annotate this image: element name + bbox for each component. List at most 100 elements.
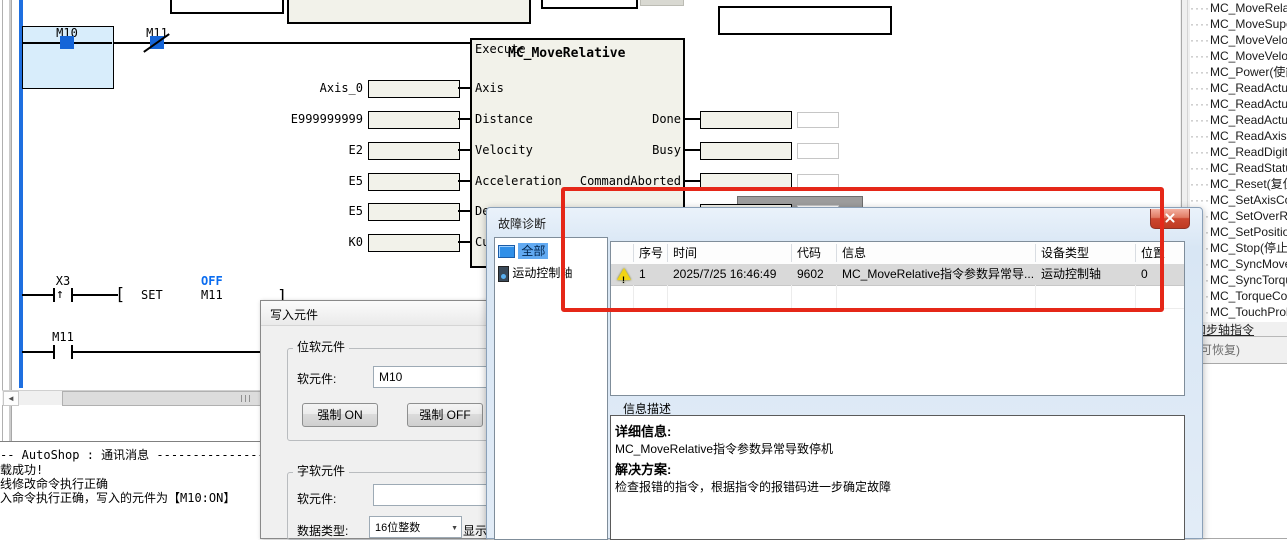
- tree-item[interactable]: ····MC_SyncTorque: [1190, 272, 1287, 288]
- tree-item[interactable]: ····MC_ReadDigital: [1190, 144, 1287, 160]
- pin-stub: [458, 180, 470, 182]
- nav-item-all[interactable]: 全部: [498, 242, 548, 260]
- pin-stub: [685, 180, 700, 182]
- fb-out-pin: Done: [560, 112, 681, 126]
- fb-in-box[interactable]: [368, 173, 460, 191]
- tree-item[interactable]: ····MC_MoveRelati: [1190, 0, 1287, 16]
- annotation-rectangle: [561, 187, 1164, 312]
- fb-out-monitor: [797, 143, 839, 159]
- contact-m11-label: M11: [44, 330, 82, 344]
- tree-item[interactable]: ····MC_Power(使能: [1190, 64, 1287, 80]
- fb-in-operand: K0: [250, 235, 363, 249]
- fb-out-monitor: [797, 112, 839, 128]
- pin-stub: [685, 118, 700, 120]
- tree-item[interactable]: ····MC_MoveSuper: [1190, 16, 1287, 32]
- tree-item[interactable]: ····MC_Stop(停止: [1190, 240, 1287, 256]
- tree-item[interactable]: ····MC_SetOverRid: [1190, 208, 1287, 224]
- tree-item[interactable]: ····MC_Reset(复位: [1190, 176, 1287, 192]
- fb-in-box[interactable]: [368, 142, 460, 160]
- fb-out-box[interactable]: [700, 142, 792, 160]
- fb-in-pin: Velocity: [475, 143, 533, 157]
- scroll-left-arrow[interactable]: ◄: [3, 391, 19, 406]
- rung3-wire: [73, 351, 263, 353]
- rung2-wire: [22, 294, 53, 296]
- tree-item[interactable]: ····MC_ReadStatus: [1190, 160, 1287, 176]
- bit-device-input[interactable]: M10: [373, 366, 496, 388]
- tree-item[interactable]: ····MC_ReadAxisEr: [1190, 128, 1287, 144]
- tree-item[interactable]: ····MC_TorqueCon: [1190, 288, 1287, 304]
- fb-in-pin: Axis: [475, 81, 504, 95]
- nav-item-label: 全部: [518, 243, 548, 259]
- fb-in-box[interactable]: [368, 234, 460, 252]
- fb-out-pin: Busy: [560, 143, 681, 157]
- set-open-bracket: [: [115, 285, 125, 305]
- tree-item[interactable]: ····MC_MoveVeloci: [1190, 32, 1287, 48]
- rising-edge-icon: ↑: [56, 287, 64, 302]
- tree-item[interactable]: ····MC_ReadActual: [1190, 96, 1287, 112]
- write-dialog-titlebar[interactable]: 写入元件: [261, 301, 491, 326]
- force-off-button[interactable]: 强制 OFF: [407, 403, 483, 427]
- write-device-dialog[interactable]: 写入元件 位软元件 软元件: M10 强制 ON 强制 OFF 字软元件 软元件…: [260, 300, 492, 539]
- word-device-input[interactable]: [373, 484, 496, 506]
- pin-stub: [458, 87, 470, 89]
- splitter-line[interactable]: [2, 0, 3, 441]
- fault-dialog-title: 故障诊断: [498, 215, 546, 232]
- contact-x3[interactable]: [53, 288, 55, 302]
- pin-stub: [458, 241, 470, 243]
- fb-in-pin: Distance: [475, 112, 533, 126]
- fb-in-box[interactable]: [368, 80, 460, 98]
- tree-item[interactable]: ····MC_SyncMoveV: [1190, 256, 1287, 272]
- message-line: 入命令执行正确，写入的元件为【M10:ON】: [0, 489, 235, 506]
- bit-device-label: 软元件:: [297, 370, 336, 387]
- fb-in-operand: E5: [250, 204, 363, 218]
- scroll-thumb[interactable]: [62, 391, 264, 406]
- block-fragment: [541, 0, 638, 9]
- tree-item[interactable]: ····MC_SetPosition: [1190, 224, 1287, 240]
- block-fragment: [170, 0, 284, 14]
- block-fragment: [718, 6, 892, 35]
- fb-title: MC_MoveRelative: [508, 46, 625, 61]
- data-type-value: 16位整数: [375, 522, 420, 534]
- block-fragment: [640, 0, 684, 6]
- pin-stub: [458, 118, 470, 120]
- set-op[interactable]: SET: [141, 288, 163, 302]
- tree-item[interactable]: ····MC_SetAxisCon: [1190, 192, 1287, 208]
- set-operand[interactable]: M11: [201, 288, 223, 302]
- tree-item[interactable]: ····MC_TouchProbe: [1190, 304, 1287, 320]
- tree-item[interactable]: ····MC_ReadActual: [1190, 112, 1287, 128]
- fb-out-box[interactable]: [700, 111, 792, 129]
- rung2-wire: [73, 294, 118, 296]
- tree-item[interactable]: ····MC_MoveVeloci: [1190, 48, 1287, 64]
- pin-stub: [685, 149, 700, 151]
- splitter-line[interactable]: [9, 0, 12, 441]
- detail-text: MC_MoveRelative指令参数异常导致停机: [615, 440, 833, 457]
- solution-text: 检查报错的指令，根据指令的报错码进一步确定故障: [615, 478, 891, 495]
- rung3-wire: [22, 351, 53, 353]
- fb-in-operand: E5: [250, 174, 363, 188]
- fb-in-box[interactable]: [368, 111, 460, 129]
- monitor-icon: [498, 245, 515, 258]
- force-on-button[interactable]: 强制 ON: [302, 403, 378, 427]
- message-panel: -- AutoShop : 通讯消息 ---------------------…: [0, 441, 263, 538]
- pin-stub: [458, 210, 470, 212]
- fb-in-box[interactable]: [368, 203, 460, 221]
- write-dialog-title: 写入元件: [270, 306, 318, 323]
- contact-m11[interactable]: [53, 345, 55, 359]
- data-type-label: 数据类型:: [297, 522, 348, 539]
- contact-m10[interactable]: [60, 36, 74, 49]
- h-scrollbar[interactable]: ◄: [2, 390, 263, 405]
- data-type-combobox[interactable]: 16位整数 ▼: [369, 516, 462, 538]
- fb-in-operand: Axis_0: [250, 81, 363, 95]
- set-state: OFF: [201, 274, 223, 288]
- display-format-label: 显示: [463, 522, 487, 539]
- block-fragment: [287, 0, 531, 24]
- fb-out-pin: CommandAborted: [560, 174, 681, 188]
- contact-x3-label: X3: [44, 274, 82, 288]
- chevron-down-icon[interactable]: ▼: [451, 519, 458, 538]
- bit-device-group: [287, 348, 489, 441]
- tree-item[interactable]: ····MC_ReadActual: [1190, 80, 1287, 96]
- word-device-label: 软元件:: [297, 490, 336, 507]
- pin-stub: [458, 149, 470, 151]
- tree-list: ····MC_MoveRelati ····MC_MoveSuper ····M…: [1190, 0, 1287, 322]
- fb-in-operand: E2: [250, 143, 363, 157]
